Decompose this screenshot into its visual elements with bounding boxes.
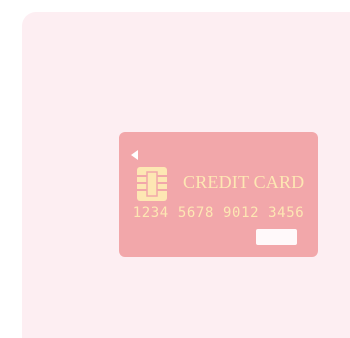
card-title: CREDIT CARD [183, 172, 305, 192]
chip-icon [137, 167, 167, 201]
card-number: 1234 5678 9012 3456 [132, 205, 305, 221]
credit-card: CREDIT CARD 1234 5678 9012 3456 [119, 132, 318, 257]
content-panel: CREDIT CARD 1234 5678 9012 3456 [22, 12, 350, 338]
back-arrow-icon[interactable] [131, 150, 138, 160]
signature-block [256, 229, 297, 245]
